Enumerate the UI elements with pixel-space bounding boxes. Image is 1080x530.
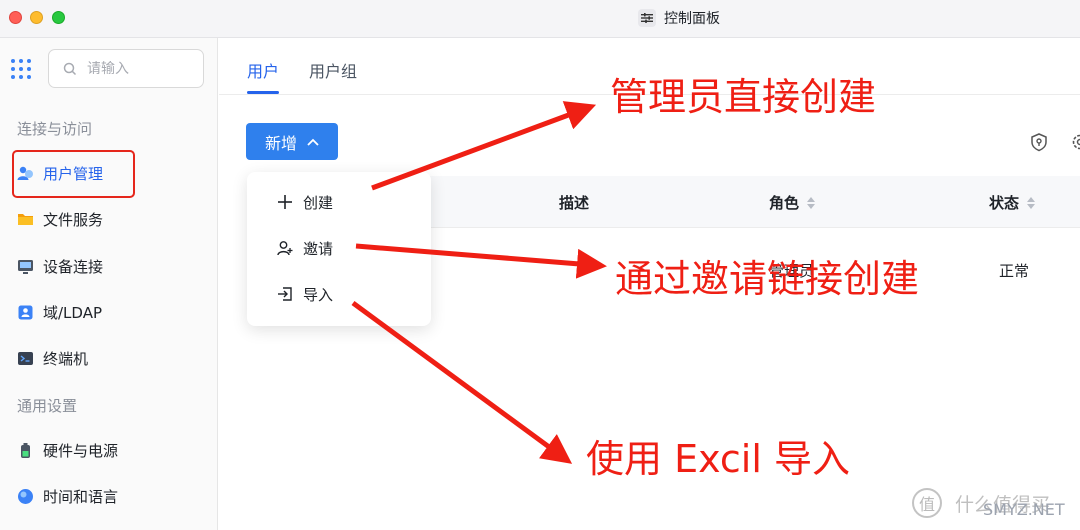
sidebar-item-time-language[interactable]: 时间和语言 xyxy=(17,485,118,507)
chevron-up-icon xyxy=(307,138,319,146)
control-panel-icon xyxy=(638,9,656,27)
sidebar-item-device-connect[interactable]: 设备连接 xyxy=(17,255,103,277)
window-title: 控制面板 xyxy=(638,7,720,29)
close-window-button[interactable] xyxy=(9,11,22,24)
id-card-icon xyxy=(17,304,34,321)
add-button[interactable]: 新增 xyxy=(246,123,338,160)
sidebar-item-ldap[interactable]: 域/LDAP xyxy=(17,301,102,323)
annotation-invite-link: 通过邀请链接创建 xyxy=(615,257,920,301)
add-button-label: 新增 xyxy=(264,133,297,153)
annotation-direct-create: 管理员直接创建 xyxy=(610,75,877,119)
section-label-general: 通用设置 xyxy=(17,397,78,415)
sort-icon[interactable] xyxy=(1027,196,1036,209)
tab-users[interactable]: 用户 xyxy=(247,58,280,94)
user-add-icon xyxy=(277,241,293,256)
tab-user-groups[interactable]: 用户组 xyxy=(309,58,357,92)
folder-icon xyxy=(17,211,34,228)
table-cell-status: 正常 xyxy=(999,262,1030,280)
column-header-label: 状态 xyxy=(989,194,1020,212)
column-header-label: 角色 xyxy=(769,194,800,212)
terminal-icon xyxy=(17,350,34,367)
column-header-status[interactable]: 状态 xyxy=(989,192,1036,213)
sidebar-item-terminal[interactable]: 终端机 xyxy=(17,347,88,369)
gear-icon[interactable] xyxy=(1070,132,1080,152)
search-icon xyxy=(63,62,77,75)
app-grid-icon[interactable] xyxy=(11,59,31,79)
menu-item-invite[interactable]: 邀请 xyxy=(277,236,333,260)
menu-item-label: 导入 xyxy=(303,285,334,304)
sidebar-item-label: 硬件与电源 xyxy=(43,441,119,460)
menu-item-create[interactable]: 创建 xyxy=(277,190,333,214)
annotation-excel-import: 使用 Excil 导入 xyxy=(586,437,850,481)
watermark-logo: 值 xyxy=(912,488,942,518)
tab-bar: 用户 用户组 xyxy=(247,58,357,94)
menu-item-label: 邀请 xyxy=(303,239,334,258)
sort-icon[interactable] xyxy=(807,196,816,209)
add-dropdown-menu: 创建 邀请 导入 xyxy=(247,172,431,326)
sidebar-item-hardware-power[interactable]: 硬件与电源 xyxy=(17,439,118,461)
highlight-box-users xyxy=(12,150,135,198)
sidebar-item-label: 域/LDAP xyxy=(43,303,103,322)
watermark-url: SMYZ.NET xyxy=(983,500,1065,519)
plus-icon xyxy=(278,195,292,209)
shield-key-icon[interactable] xyxy=(1029,132,1049,152)
search-box[interactable] xyxy=(48,49,204,88)
window-title-text: 控制面板 xyxy=(664,11,720,27)
globe-icon xyxy=(17,488,34,505)
minimize-window-button[interactable] xyxy=(30,11,43,24)
section-label-connect: 连接与访问 xyxy=(17,120,93,138)
column-header-role[interactable]: 角色 xyxy=(769,192,816,213)
sidebar-item-label: 设备连接 xyxy=(43,257,104,276)
menu-item-import[interactable]: 导入 xyxy=(277,282,333,306)
sidebar-item-label: 文件服务 xyxy=(43,210,104,229)
sidebar-item-label: 终端机 xyxy=(43,349,89,368)
sidebar-item-label: 时间和语言 xyxy=(43,487,119,506)
sidebar-item-file-service[interactable]: 文件服务 xyxy=(17,208,103,230)
table-header: 描述 角色 状态 xyxy=(429,176,1080,228)
device-icon xyxy=(17,258,34,275)
sidebar: 连接与访问 用户管理 文件服务 设备连接 域/LDAP 终端机 通用设置 xyxy=(0,38,218,530)
battery-icon xyxy=(17,442,34,459)
title-bar: 控制面板 xyxy=(0,0,1080,38)
search-input[interactable] xyxy=(87,60,197,77)
column-header-label: 描述 xyxy=(559,194,590,212)
import-icon xyxy=(278,287,292,301)
menu-item-label: 创建 xyxy=(303,193,334,212)
column-header-description: 描述 xyxy=(559,192,589,213)
maximize-window-button[interactable] xyxy=(52,11,65,24)
